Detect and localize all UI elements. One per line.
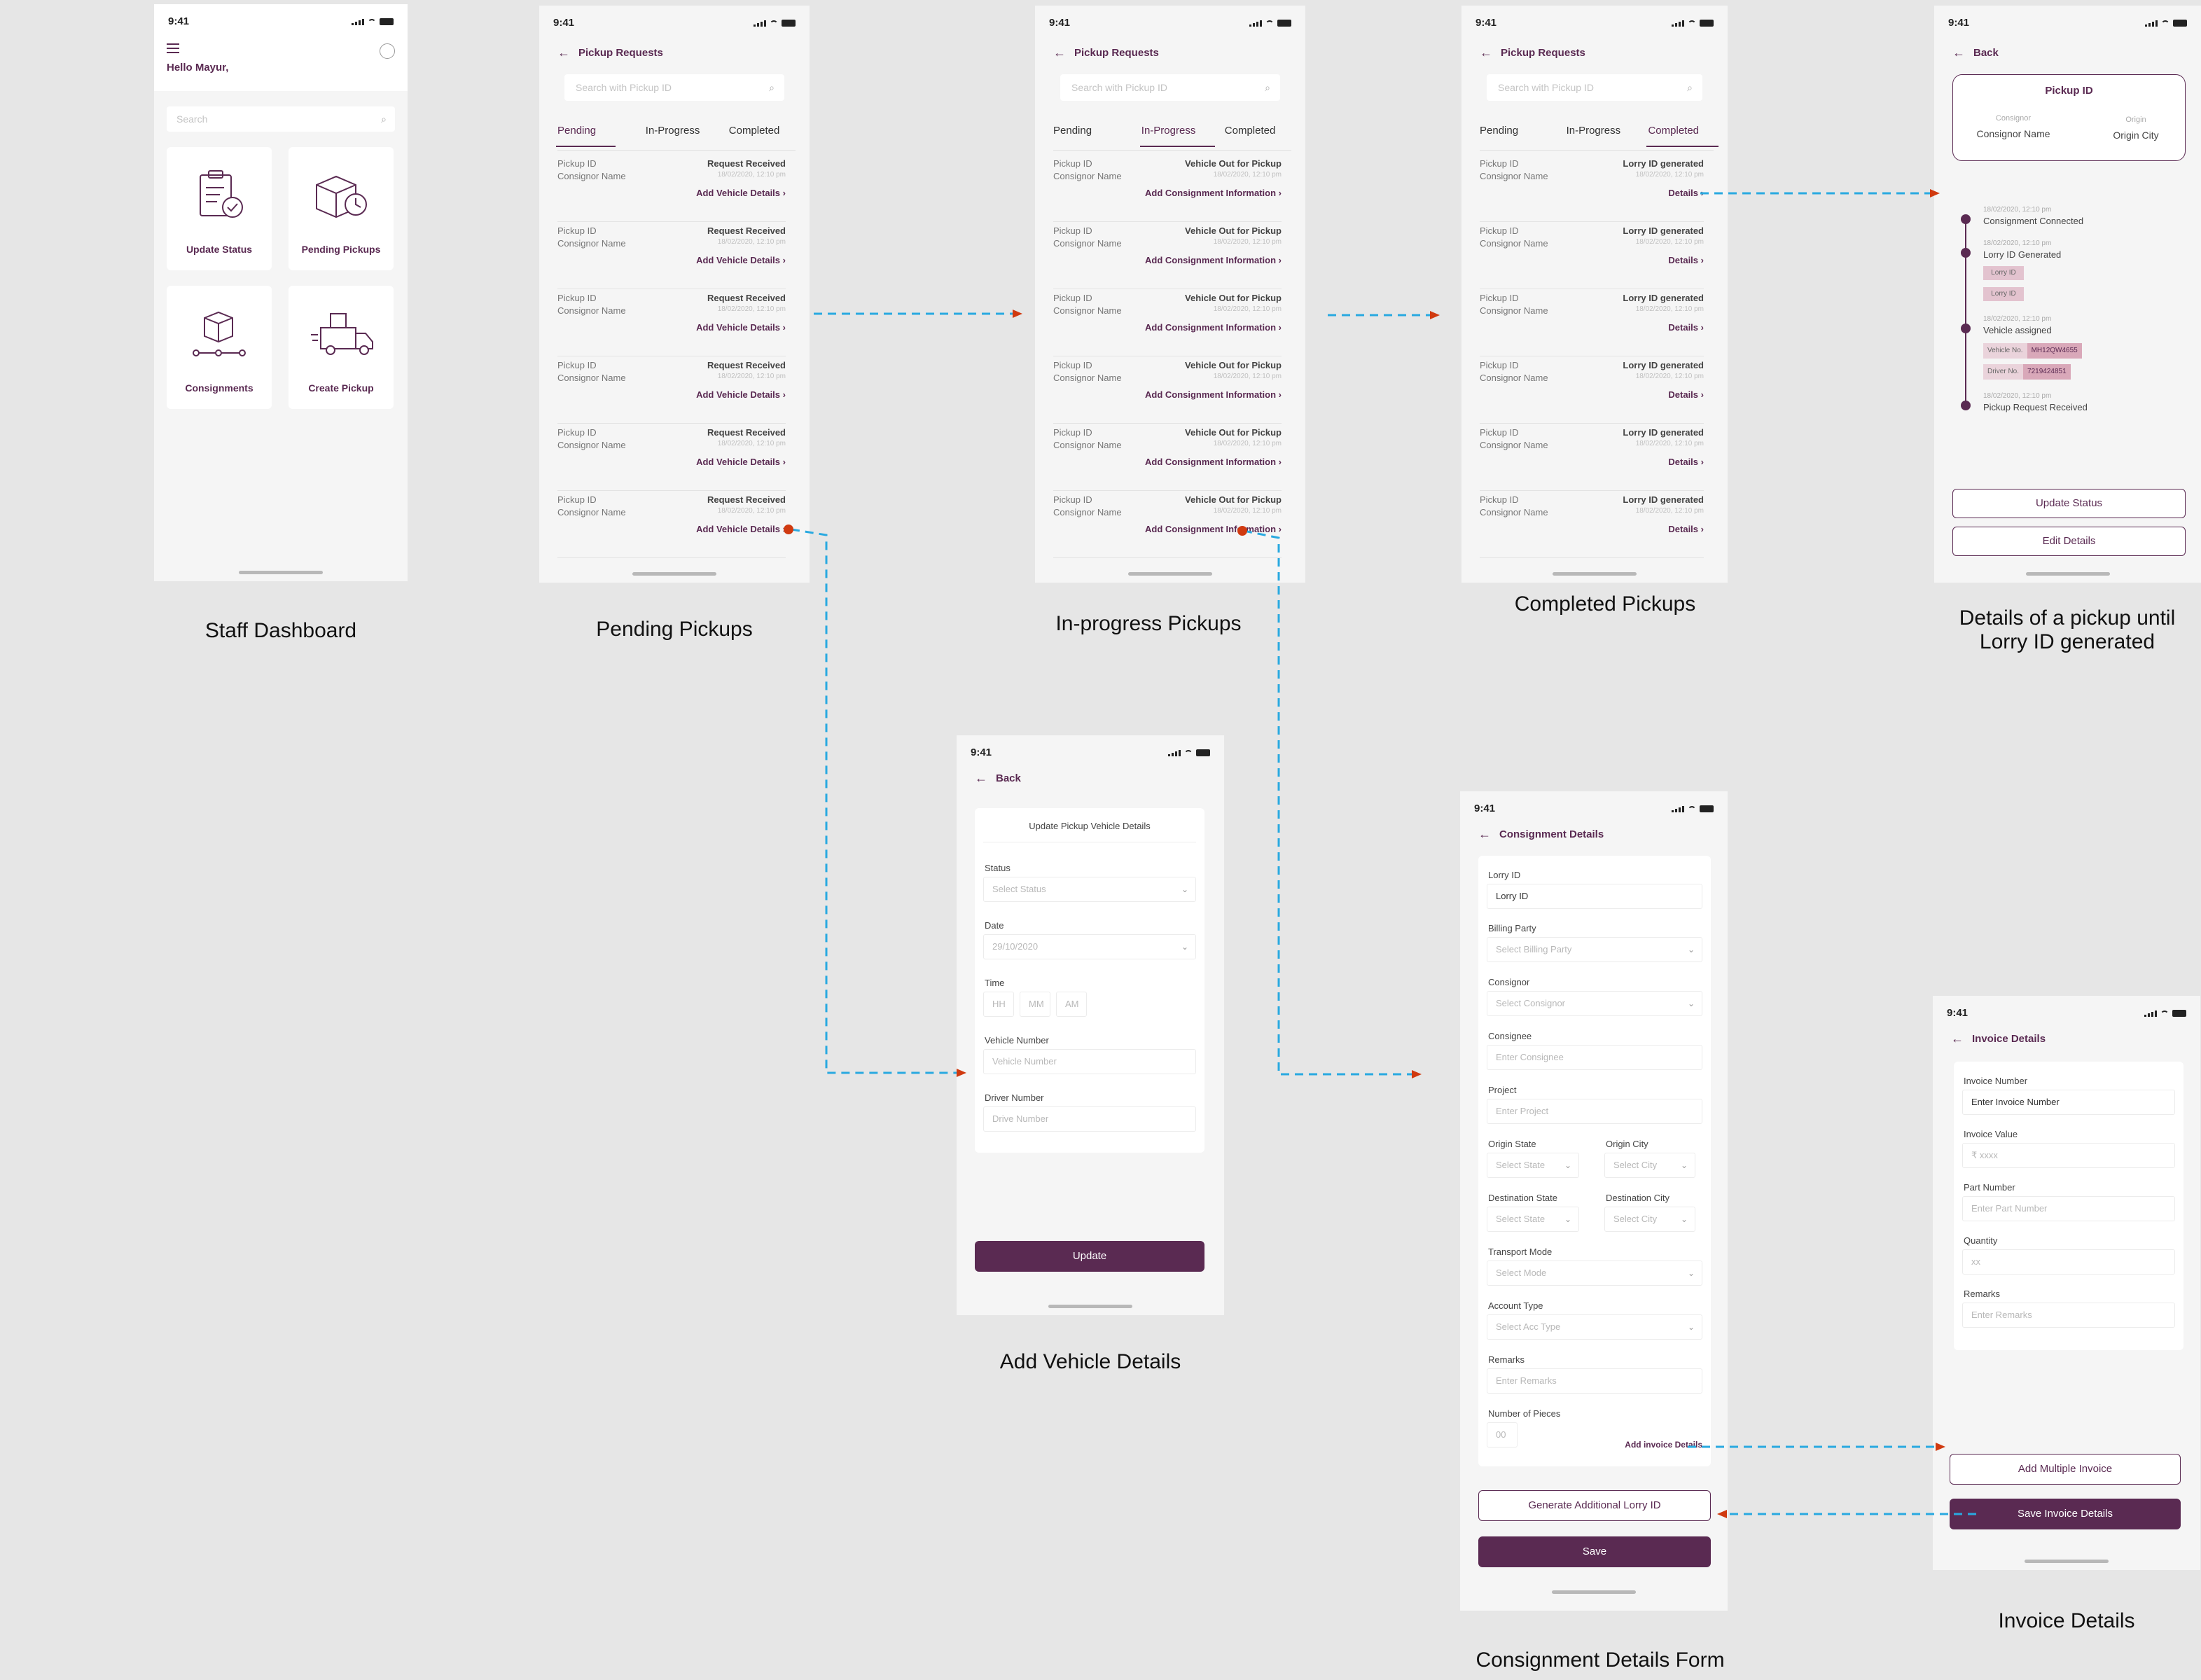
flow-inprogress-to-consignment <box>1243 529 1415 1076</box>
flow-arrowhead <box>957 1069 966 1077</box>
flow-arrowhead <box>1013 310 1022 318</box>
flow-arrowhead <box>1936 1443 1945 1451</box>
flow-connectors <box>784 189 1976 1518</box>
flow-arrowhead <box>1930 189 1940 197</box>
flow-arrowhead <box>1412 1070 1422 1078</box>
flow-origin-dot <box>784 525 793 534</box>
flow-origin-dot <box>1237 526 1247 536</box>
flow-arrowhead <box>1717 1510 1727 1518</box>
flow-arrowhead <box>1430 311 1440 319</box>
flow-pending-to-vehicle <box>791 528 959 1074</box>
